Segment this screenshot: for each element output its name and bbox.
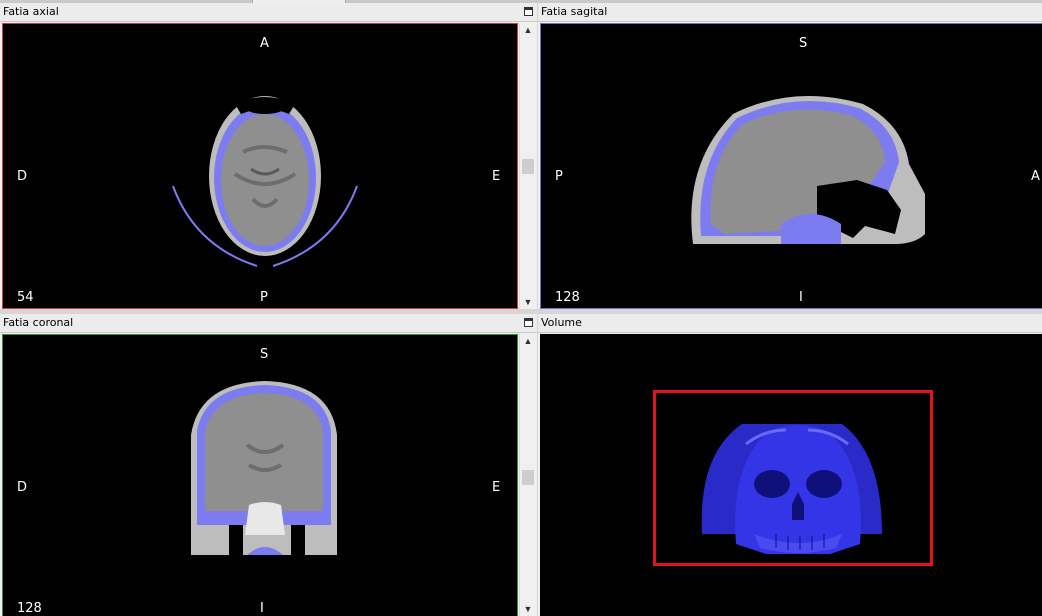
slice-number: 54 [17, 290, 34, 305]
scroll-down-arrow[interactable]: ▼ [520, 295, 536, 309]
orient-top: S [799, 36, 808, 51]
panel-coronal: Fatia coronal S I D E 128 ▲ ▼ [0, 314, 537, 616]
volume-render-image [701, 424, 882, 554]
orient-right: E [492, 480, 501, 495]
coronal-scrollbar[interactable]: ▲ ▼ [519, 334, 535, 616]
orient-bottom: I [260, 601, 264, 616]
scroll-thumb[interactable] [522, 159, 534, 174]
coronal-viewport[interactable]: S I D E 128 [2, 334, 518, 616]
coronal-slice-image [191, 381, 337, 555]
scroll-up-arrow[interactable]: ▲ [520, 23, 536, 37]
orient-top: S [260, 347, 269, 362]
orient-top: A [260, 36, 269, 51]
maximize-icon[interactable] [524, 7, 533, 16]
orient-left: D [17, 480, 28, 495]
panel-title: Fatia sagital [538, 3, 1042, 22]
panel-volume: Volume [538, 314, 1042, 616]
panel-title: Volume [538, 314, 1042, 333]
scroll-thumb[interactable] [522, 470, 534, 485]
axial-viewport[interactable]: A P D E 54 [2, 23, 518, 309]
orient-bottom: P [260, 290, 268, 305]
orient-left: P [555, 169, 563, 184]
slice-number: 128 [17, 601, 42, 616]
maximize-icon[interactable] [524, 318, 533, 327]
sagittal-slice-image [691, 96, 925, 244]
sagittal-viewport[interactable]: S I P A 128 [540, 23, 1042, 309]
axial-scrollbar[interactable]: ▲ ▼ [519, 23, 535, 309]
slice-number: 128 [555, 290, 580, 305]
panel-title: Fatia axial [0, 3, 537, 22]
volume-viewport[interactable] [540, 334, 1042, 616]
orient-right: A [1031, 169, 1040, 184]
scroll-up-arrow[interactable]: ▲ [520, 334, 536, 348]
panel-title: Fatia coronal [0, 314, 537, 333]
panel-sagittal: Fatia sagital S I P A 128 [538, 3, 1042, 309]
scroll-down-arrow[interactable]: ▼ [520, 602, 536, 616]
orient-right: E [492, 169, 501, 184]
orient-bottom: I [799, 290, 803, 305]
panel-axial: Fatia axial A P D E 54 ▲ ▼ [0, 3, 537, 309]
orient-left: D [17, 169, 28, 184]
axial-slice-image [172, 96, 358, 267]
